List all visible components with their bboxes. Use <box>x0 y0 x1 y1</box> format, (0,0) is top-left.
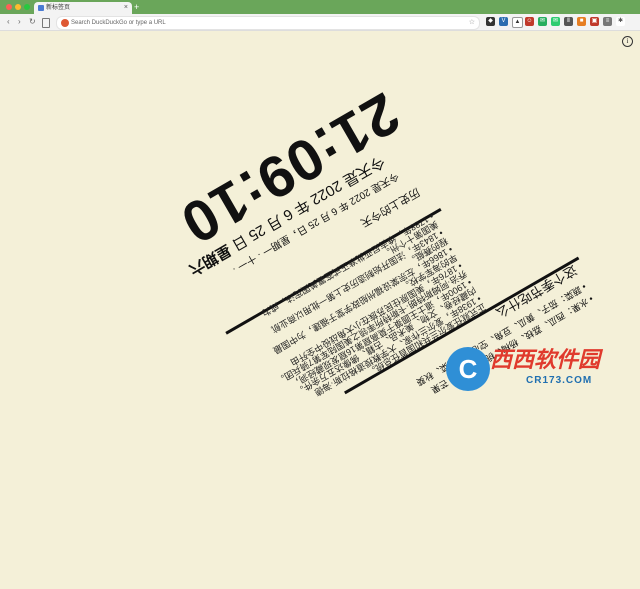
watermark: C 西西软件园 CR173.COM <box>446 345 636 395</box>
forward-button[interactable]: › <box>18 16 21 28</box>
cube-icon[interactable]: ■ <box>577 17 586 26</box>
close-tab-icon[interactable]: × <box>124 2 128 14</box>
maximize-window-button[interactable] <box>24 4 30 10</box>
tab-new-tab[interactable]: 新标签页 × <box>34 2 132 14</box>
puzzle-icon[interactable]: ✱ <box>616 17 625 26</box>
menu-icon[interactable]: ≡ <box>603 17 612 26</box>
duckduckgo-icon <box>61 19 69 27</box>
new-tab-button[interactable]: + <box>134 0 139 14</box>
reload-button[interactable]: ↻ <box>29 16 36 28</box>
tab-favicon-icon <box>38 5 44 11</box>
close-window-button[interactable] <box>6 4 12 10</box>
square-icon[interactable]: ▣ <box>590 17 599 26</box>
watermark-site: CR173.COM <box>526 375 593 386</box>
address-placeholder: Search DuckDuckGo or type a URL <box>71 20 166 26</box>
watermark-logo: C <box>446 347 490 391</box>
mobile-icon[interactable] <box>42 18 50 28</box>
minimize-window-button[interactable] <box>15 4 21 10</box>
back-button[interactable]: ‹ <box>7 16 10 28</box>
rotated-dashboard: 21:09:10 今天是 2022 年 6 月 25 日 星期六 今天是 202… <box>0 0 640 589</box>
info-icon[interactable]: i <box>622 36 633 47</box>
watermark-name: 西西软件园 <box>490 347 601 372</box>
tab-title: 新标签页 <box>46 5 71 11</box>
